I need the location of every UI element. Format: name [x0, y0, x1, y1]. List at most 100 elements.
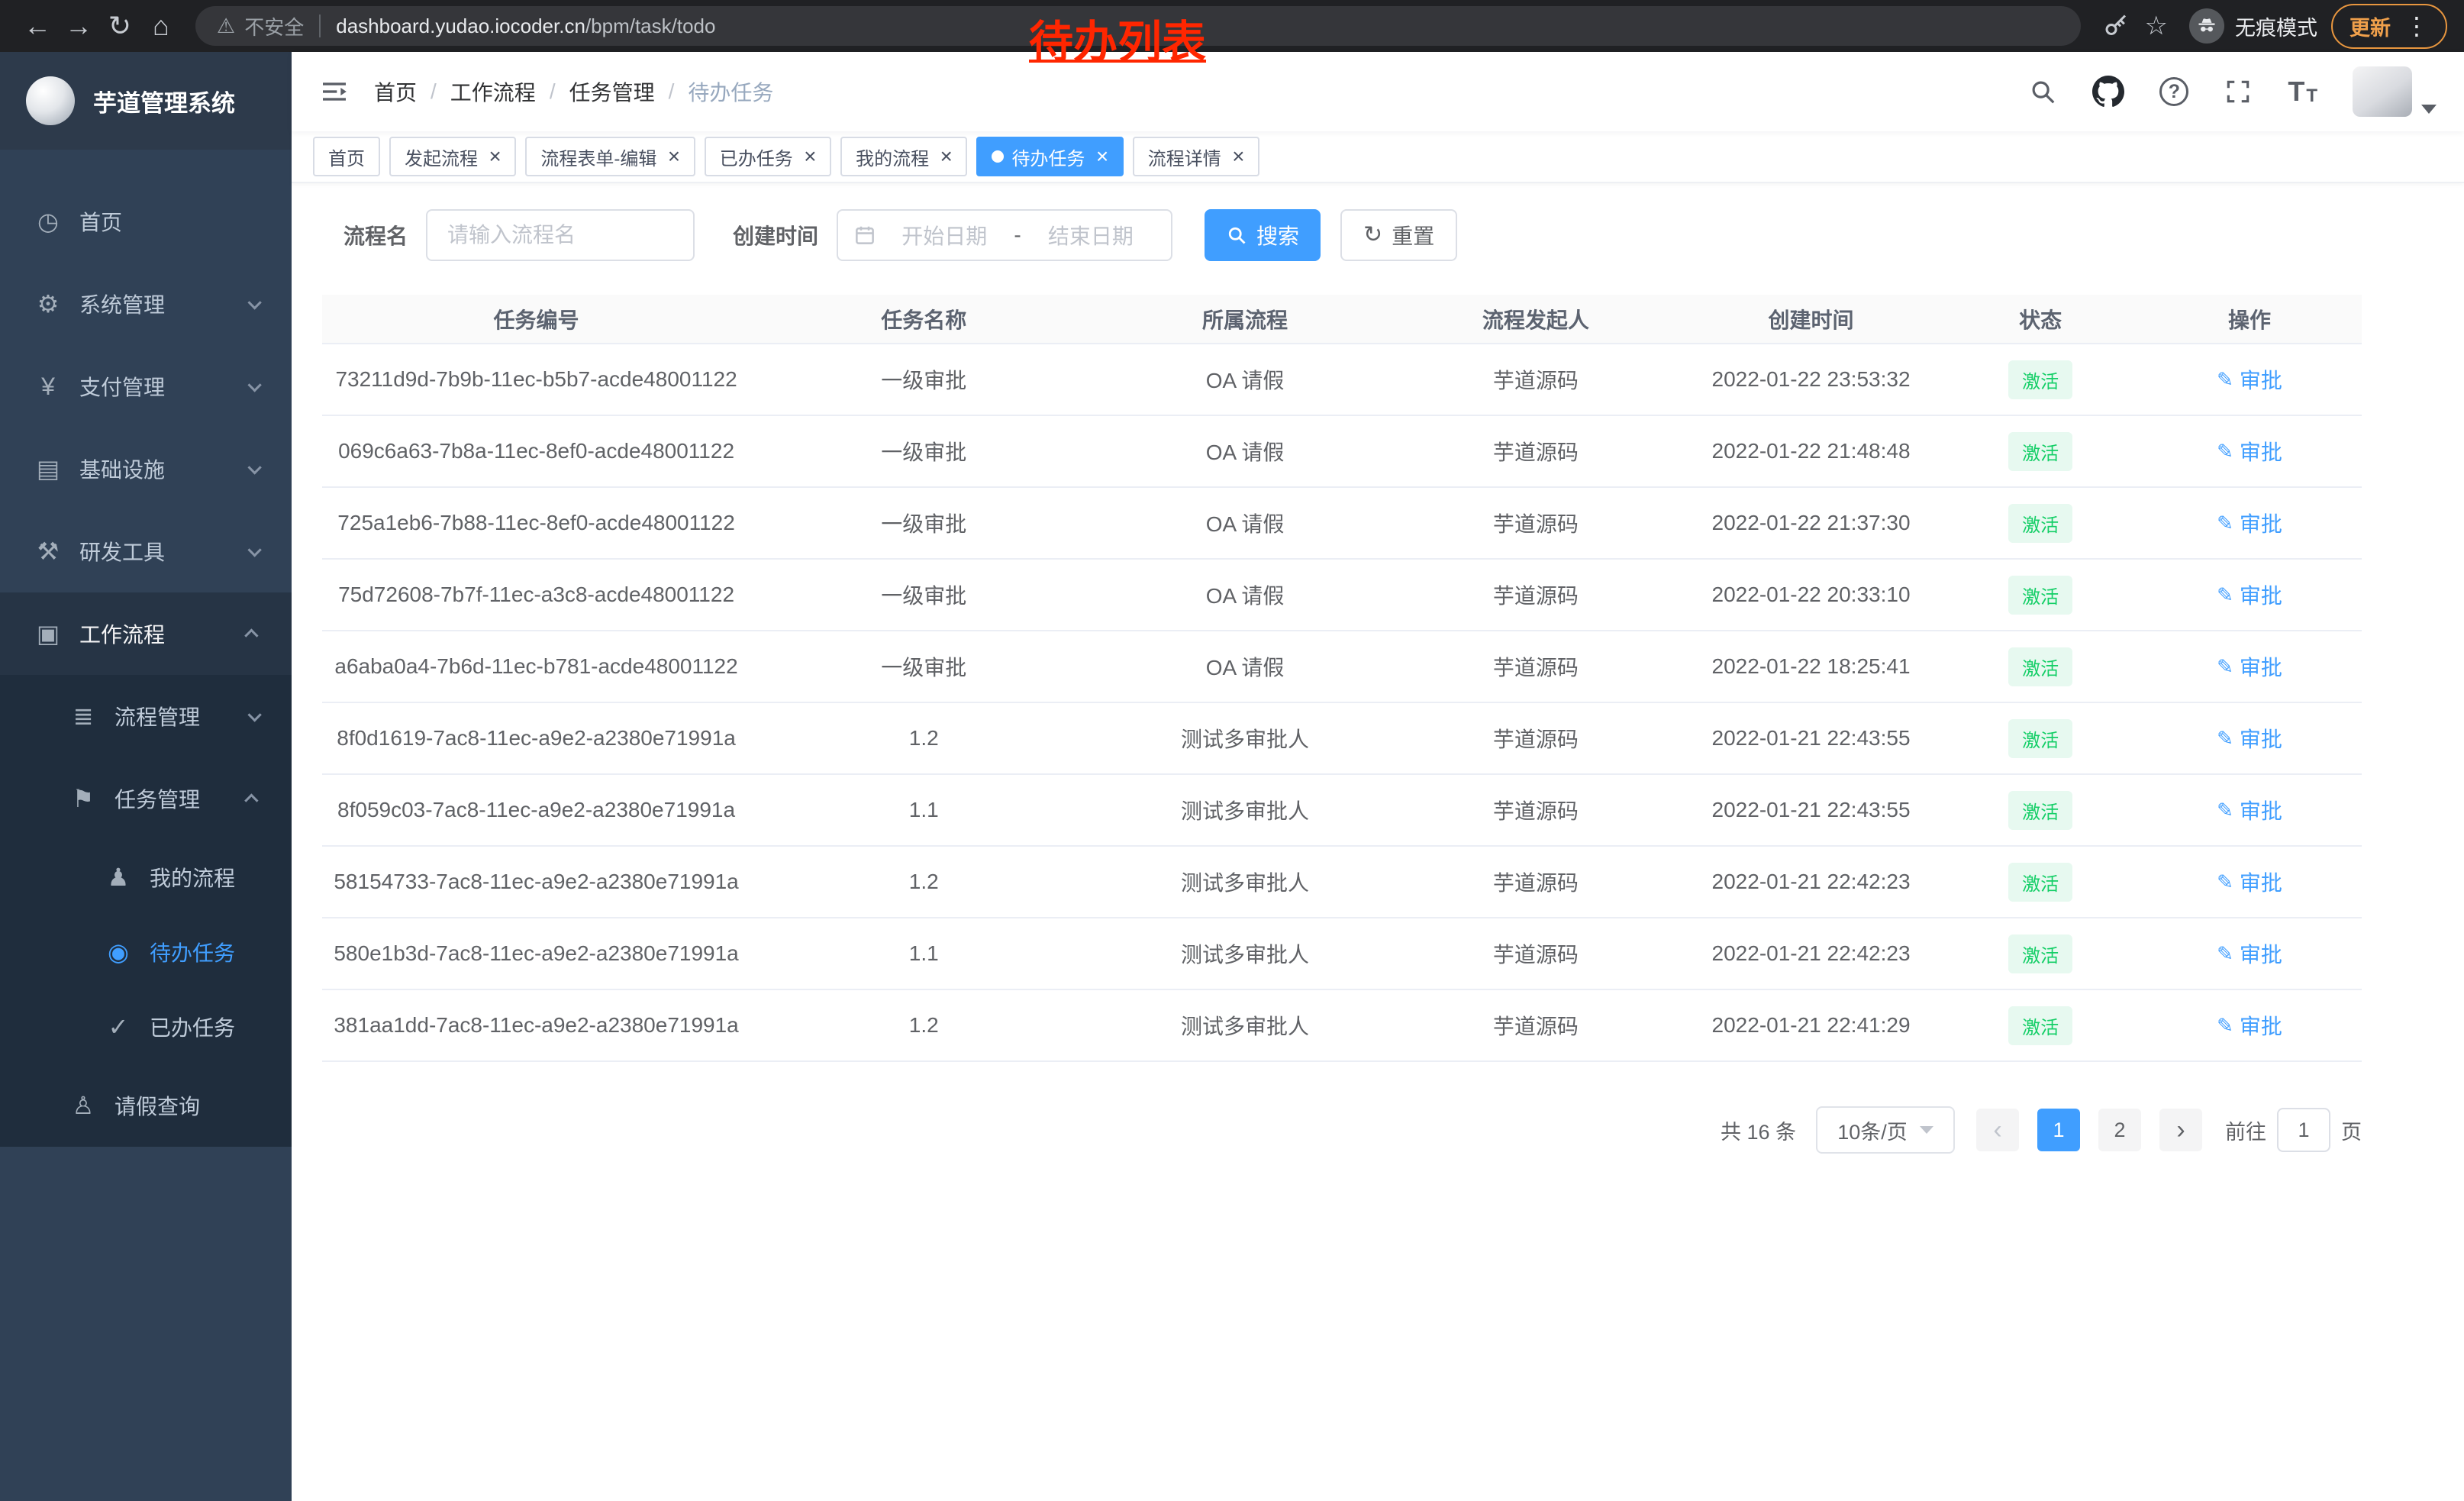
tab-done-tasks[interactable]: 已办任务 × — [705, 137, 831, 176]
end-date-placeholder[interactable]: 结束日期 — [1026, 220, 1156, 250]
tab-label: 已办任务 — [720, 144, 793, 170]
approve-link[interactable]: ✎审批 — [2217, 795, 2282, 825]
cell-time: 2022-01-22 21:48:48 — [1679, 415, 1943, 487]
font-size-icon[interactable]: TT — [2288, 78, 2317, 105]
status-badge: 激活 — [2008, 360, 2072, 399]
sidebar-item-infra[interactable]: ▤基础设施 — [0, 428, 292, 510]
tab-home[interactable]: 首页 — [313, 137, 380, 176]
breadcrumb-item-2[interactable]: 工作流程 — [450, 76, 536, 107]
process-name-input[interactable] — [426, 209, 695, 261]
approve-link[interactable]: ✎审批 — [2217, 723, 2282, 754]
start-date-placeholder[interactable]: 开始日期 — [879, 220, 1009, 250]
approve-link[interactable]: ✎审批 — [2217, 867, 2282, 897]
sidebar-item-workflow[interactable]: ▣工作流程 — [0, 592, 292, 675]
date-range-picker[interactable]: 开始日期 - 结束日期 — [837, 209, 1172, 261]
page-size-select[interactable]: 10条/页 — [1816, 1106, 1955, 1154]
fullscreen-icon[interactable] — [2224, 77, 2253, 106]
approve-link[interactable]: ✎审批 — [2217, 1010, 2282, 1041]
key-icon[interactable] — [2102, 12, 2130, 40]
incognito-badge: 无痕模式 — [2189, 8, 2317, 44]
goto-page-input[interactable] — [2277, 1108, 2330, 1152]
avatar[interactable] — [2353, 66, 2437, 117]
cell-action: ✎审批 — [2137, 918, 2362, 989]
cell-starter: 芋道源码 — [1393, 415, 1679, 487]
hamburger-icon[interactable] — [319, 76, 350, 107]
back-icon[interactable]: ← — [17, 5, 58, 47]
table-row: 8f0d1619-7ac8-11ec-a9e2-a2380e71991a1.2测… — [322, 702, 2362, 774]
approve-link[interactable]: ✎审批 — [2217, 938, 2282, 969]
reload-icon[interactable]: ↻ — [99, 5, 140, 47]
tab-close-icon[interactable]: × — [1095, 146, 1108, 167]
update-button[interactable]: 更新 ⋮ — [2331, 4, 2447, 49]
sidebar-item-system[interactable]: ⚙系统管理 — [0, 263, 292, 345]
cell-action: ✎审批 — [2137, 846, 2362, 918]
help-icon[interactable]: ? — [2159, 77, 2188, 106]
table-row: 73211d9d-7b9b-11ec-b5b7-acde48001122一级审批… — [322, 344, 2362, 415]
cell-status: 激活 — [1943, 774, 2137, 846]
sidebar-item-done-tasks[interactable]: ✓已办任务 — [0, 989, 292, 1064]
approve-link[interactable]: ✎审批 — [2217, 508, 2282, 538]
search-button[interactable]: 搜索 — [1205, 209, 1321, 261]
cell-id: 381aa1dd-7ac8-11ec-a9e2-a2380e71991a — [322, 989, 750, 1061]
sidebar-item-label: 基础设施 — [79, 454, 248, 484]
home-icon[interactable]: ⌂ — [140, 5, 182, 47]
chevron-down-icon — [247, 708, 261, 721]
cell-flow: OA 请假 — [1097, 415, 1392, 487]
edit-icon: ✎ — [2217, 512, 2233, 535]
my-process-icon: ♟ — [101, 863, 136, 892]
forward-icon[interactable]: → — [58, 5, 99, 47]
cell-status: 激活 — [1943, 846, 2137, 918]
sidebar-item-todo-tasks[interactable]: ◉待办任务 — [0, 915, 292, 989]
next-page-button[interactable]: › — [2159, 1109, 2202, 1151]
reset-button[interactable]: ↻ 重置 — [1340, 209, 1457, 261]
sidebar-item-my-process[interactable]: ♟我的流程 — [0, 840, 292, 915]
tab-close-icon[interactable]: × — [489, 146, 501, 167]
menu-dots-icon[interactable]: ⋮ — [2404, 14, 2429, 38]
tab-todo-tasks[interactable]: 待办任务× — [976, 137, 1123, 176]
approve-label: 审批 — [2240, 651, 2282, 682]
tab-my-process[interactable]: 我的流程× — [840, 137, 967, 176]
sidebar-item-devtools[interactable]: ⚒研发工具 — [0, 510, 292, 592]
cell-id: 8f059c03-7ac8-11ec-a9e2-a2380e71991a — [322, 774, 750, 846]
sidebar-item-home[interactable]: ◷首页 — [0, 180, 292, 263]
sidebar-item-payment[interactable]: ¥支付管理 — [0, 345, 292, 428]
page-button-1[interactable]: 1 — [2037, 1109, 2080, 1151]
tab-close-icon[interactable]: × — [667, 146, 679, 167]
cell-flow: 测试多审批人 — [1097, 989, 1392, 1061]
sidebar-item-task-mgmt[interactable]: ⚑任务管理 — [0, 757, 292, 840]
prev-page-button[interactable]: ‹ — [1976, 1109, 2019, 1151]
tab-close-icon[interactable]: × — [804, 146, 816, 167]
breadcrumb: 首页/工作流程/任务管理/待办任务 — [374, 76, 773, 107]
approve-label: 审批 — [2240, 436, 2282, 466]
breadcrumb-item-3[interactable]: 任务管理 — [569, 76, 655, 107]
pagination: 共 16 条 10条/页 ‹ 12 › 前往 页 — [322, 1106, 2362, 1154]
star-icon[interactable]: ☆ — [2145, 11, 2168, 41]
breadcrumb-item-1[interactable]: 首页 — [374, 76, 417, 107]
page-button-2[interactable]: 2 — [2098, 1109, 2141, 1151]
table-row: 580e1b3d-7ac8-11ec-a9e2-a2380e71991a1.1测… — [322, 918, 2362, 989]
status-badge: 激活 — [2008, 647, 2072, 686]
tab-close-icon[interactable]: × — [940, 146, 952, 167]
tab-process-detail[interactable]: 流程详情 × — [1133, 137, 1259, 176]
date-range-separator: - — [1009, 223, 1025, 247]
tab-form-edit[interactable]: 流程表单-编辑× — [525, 137, 695, 176]
sidebar-item-process-mgmt[interactable]: ≣流程管理 — [0, 675, 292, 757]
cell-starter: 芋道源码 — [1393, 631, 1679, 702]
approve-link[interactable]: ✎审批 — [2217, 579, 2282, 610]
incognito-label: 无痕模式 — [2235, 11, 2317, 41]
search-icon[interactable] — [2028, 77, 2057, 106]
done-check-icon: ✓ — [101, 1012, 136, 1041]
main-area: 首页/工作流程/任务管理/待办任务 ? TT 首页发起流程×流程表 — [292, 52, 2464, 1501]
tab-label: 流程详情 — [1148, 144, 1221, 170]
tab-close-icon[interactable]: × — [1232, 146, 1244, 167]
approve-link[interactable]: ✎审批 — [2217, 364, 2282, 395]
cell-starter: 芋道源码 — [1393, 344, 1679, 415]
sidebar-item-leave-query[interactable]: ♙请假查询 — [0, 1064, 292, 1147]
approve-link[interactable]: ✎审批 — [2217, 651, 2282, 682]
cell-starter: 芋道源码 — [1393, 846, 1679, 918]
status-badge: 激活 — [2008, 576, 2072, 615]
github-icon[interactable] — [2092, 76, 2124, 108]
approve-link[interactable]: ✎审批 — [2217, 436, 2282, 466]
tab-start-process[interactable]: 发起流程× — [389, 137, 516, 176]
content-area: 流程名 创建时间 开始日期 - 结束日期 搜索 — [292, 183, 2464, 1501]
